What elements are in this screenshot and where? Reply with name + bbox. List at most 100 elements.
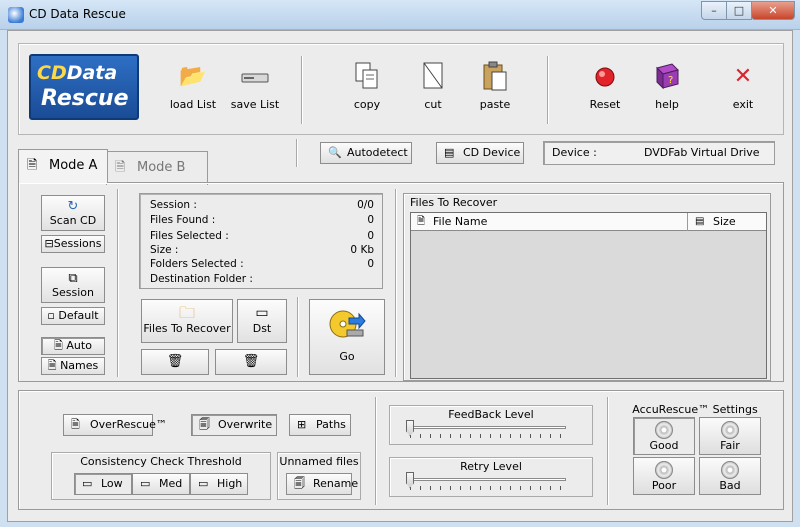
cut-icon	[416, 60, 450, 94]
scan-cd-button[interactable]: ↻ Scan CD	[41, 195, 105, 231]
consistency-med[interactable]: ▭ Med	[132, 473, 190, 495]
high-icon: ▭	[198, 477, 209, 490]
tab-mode-a[interactable]: 🗎 Mode A	[18, 149, 108, 183]
help-button[interactable]: ? help	[629, 60, 705, 130]
stats-box: Session :0/0 Files Found :0 Files Select…	[139, 193, 383, 289]
trash-icon: 🗑	[166, 354, 184, 369]
retry-level-track	[406, 478, 566, 481]
delete-selected-button[interactable]: 🗑	[141, 349, 209, 375]
consistency-high[interactable]: ▭ High	[190, 473, 248, 495]
delete-all-button[interactable]: 🗑	[215, 349, 287, 375]
window-title: CD Data Rescue	[29, 7, 126, 21]
paths-button[interactable]: ⊞ Paths	[289, 414, 351, 436]
disc-icon	[655, 461, 673, 479]
app-logo: CDData Rescue	[29, 54, 139, 120]
close-button[interactable]: ✕	[751, 1, 795, 20]
size-value: 0 Kb	[350, 244, 374, 256]
consistency-group: Consistency Check Threshold ▭ Low ▭ Med …	[51, 452, 271, 500]
consistency-low[interactable]: ▭ Low	[74, 473, 132, 495]
column-size[interactable]: ▤ Size	[689, 213, 766, 231]
cd-device-icon: ▤	[444, 146, 455, 159]
accurescue-good[interactable]: Good	[633, 417, 695, 455]
default-button[interactable]: ▫ Default	[41, 307, 105, 325]
default-icon: ▫	[47, 309, 59, 322]
title-bar: CD Data Rescue – □ ✕	[0, 0, 800, 30]
copy-button[interactable]: copy	[329, 60, 405, 130]
dst-button[interactable]: ▭ Dst	[237, 299, 287, 343]
paste-icon	[478, 60, 512, 94]
files-list-header: 🗎 File Name ▤ Size	[411, 213, 766, 231]
settings-panel: 🗎 OverRescue™ 🗐 Overwrite ⊞ Paths Consis…	[18, 390, 784, 510]
mode-a-panel: ↻ Scan CD ⊟Sessions ⧉ Session ▫ Default …	[18, 182, 784, 382]
toolbar-separator	[301, 56, 303, 124]
drive-icon	[238, 60, 272, 94]
size-icon: ▤	[695, 216, 705, 227]
files-to-recover-button[interactable]: 🗀 Files To Recover	[141, 299, 233, 343]
cd-go-icon	[310, 306, 384, 350]
trash-icon: 🗑	[242, 354, 260, 369]
session-button[interactable]: ⧉ Session	[41, 267, 105, 303]
folder-open-icon: 📂	[179, 64, 207, 89]
column-file-name[interactable]: 🗎 File Name	[411, 213, 688, 231]
maximize-button[interactable]: □	[726, 1, 752, 20]
reset-icon	[588, 60, 622, 94]
session-icon: ⧉	[68, 271, 78, 286]
magnifier-icon: 🔍	[328, 146, 342, 159]
disc-icon	[721, 421, 739, 439]
disc-icon	[721, 461, 739, 479]
topbar-separator	[296, 139, 298, 167]
paste-button[interactable]: paste	[457, 60, 533, 130]
accurescue-group: AccuRescue™ Settings Good Fair Poor Bad	[619, 401, 771, 503]
toolbar-separator	[547, 56, 549, 124]
save-list-button[interactable]: save List	[217, 60, 293, 130]
minimize-button[interactable]: –	[701, 1, 727, 20]
session-value: 0/0	[357, 199, 374, 211]
sessions-icon: ⊟	[44, 237, 54, 250]
go-button[interactable]: Go	[309, 299, 385, 375]
accurescue-bad[interactable]: Bad	[699, 457, 761, 495]
document-icon: 🗎	[115, 160, 126, 175]
overwrite-toggle[interactable]: 🗐 Overwrite	[191, 414, 277, 436]
device-readout: Device : DVDFab Virtual Drive	[543, 141, 775, 165]
rename-button[interactable]: 🗐 Rename	[286, 473, 358, 495]
files-folder-icon: 🗀	[178, 303, 195, 322]
files-list[interactable]: 🗎 File Name ▤ Size	[410, 212, 767, 379]
destination-icon: ▭	[255, 305, 269, 321]
sessions-button[interactable]: ⊟Sessions	[41, 235, 105, 253]
unnamed-files-group: Unnamed files 🗐 Rename	[277, 452, 361, 500]
help-book-icon: ?	[650, 60, 684, 94]
exit-x-icon: ✕	[733, 64, 753, 89]
overrescue-icon: 🗎	[71, 418, 80, 431]
copy-icon	[350, 60, 384, 94]
overwrite-icon: 🗐	[199, 418, 210, 431]
svg-text:?: ?	[668, 75, 673, 86]
overrescue-button[interactable]: 🗎 OverRescue™	[63, 414, 167, 436]
panel-separator	[607, 397, 609, 505]
rename-icon: 🗐	[294, 477, 305, 490]
paths-icon: ⊞	[297, 418, 307, 431]
retry-level-ticks	[410, 486, 566, 490]
tab-mode-b[interactable]: 🗎 Mode B	[106, 151, 208, 185]
files-found-value: 0	[367, 214, 374, 226]
files-to-recover-frame: Files To Recover 🗎 File Name ▤ Size	[403, 193, 771, 381]
panel-separator	[117, 189, 119, 377]
auto-names-toggle[interactable]: 🗎 Auto	[41, 337, 105, 355]
accurescue-poor[interactable]: Poor	[633, 457, 695, 495]
names-button[interactable]: 🗎 Names	[41, 357, 105, 375]
files-selected-value: 0	[367, 230, 374, 242]
folders-selected-value: 0	[367, 258, 374, 270]
autodetect-button[interactable]: 🔍 Autodetect	[320, 142, 412, 164]
feedback-level-ticks	[410, 434, 566, 438]
app-icon	[8, 7, 24, 23]
device-value: DVDFab Virtual Drive	[644, 146, 760, 159]
panel-separator	[375, 397, 377, 505]
document-icon: 🗎	[27, 158, 38, 173]
med-icon: ▭	[140, 477, 151, 490]
cd-device-button[interactable]: ▤ CD Device	[436, 142, 524, 164]
accurescue-fair[interactable]: Fair	[699, 417, 761, 455]
exit-button[interactable]: ✕ exit	[705, 60, 781, 130]
low-icon: ▭	[82, 477, 93, 490]
feedback-level-group: FeedBack Level	[389, 405, 593, 445]
names-icon: 🗎	[47, 359, 61, 372]
refresh-icon: ↻	[67, 199, 79, 214]
